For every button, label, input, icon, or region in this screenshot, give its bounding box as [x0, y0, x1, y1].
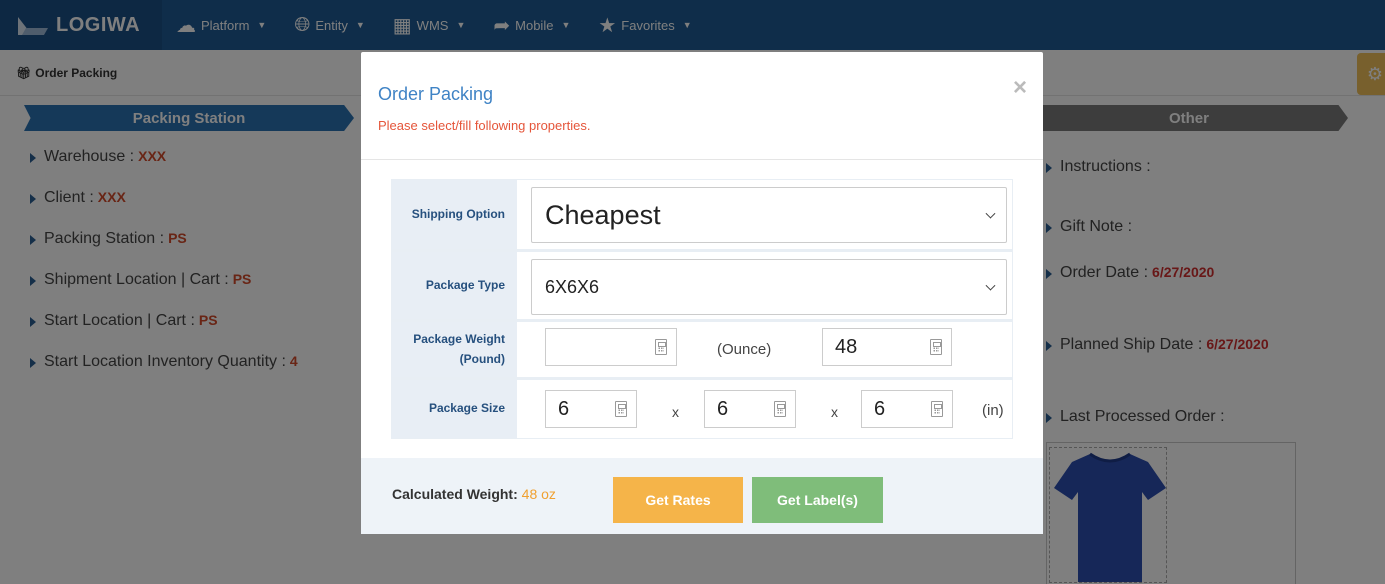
- chevron-down-icon: [985, 208, 996, 219]
- packing-form: Shipping Option Cheapest Package Type 6X…: [391, 179, 1013, 439]
- get-labels-button[interactable]: Get Label(s): [752, 477, 883, 523]
- package-type-label: Package Type: [392, 252, 517, 319]
- calculator-icon[interactable]: [774, 401, 786, 417]
- package-size-row: Package Size 6 x 6 x 6 (in): [392, 380, 1012, 438]
- calculated-weight-value: 48 oz: [521, 486, 556, 502]
- package-weight-row: Package Weight (Pound) (Ounce) 48: [392, 322, 1012, 380]
- ounce-label: (Ounce): [717, 341, 772, 358]
- package-size-label: Package Size: [392, 380, 517, 438]
- calculator-icon[interactable]: [615, 401, 627, 417]
- length-input[interactable]: 6: [545, 390, 637, 428]
- close-icon[interactable]: ×: [1013, 74, 1027, 102]
- order-packing-modal: Order Packing Please select/fill followi…: [361, 52, 1043, 534]
- shipping-option-select[interactable]: Cheapest: [531, 187, 1007, 243]
- package-type-select[interactable]: 6X6X6: [531, 259, 1007, 315]
- calculated-weight: Calculated Weight: 48 oz: [392, 486, 556, 502]
- get-rates-button[interactable]: Get Rates: [613, 477, 743, 523]
- package-type-row: Package Type 6X6X6: [392, 252, 1012, 322]
- calculator-icon[interactable]: [655, 339, 667, 355]
- modal-header: Order Packing Please select/fill followi…: [361, 52, 1043, 160]
- package-weight-label: Package Weight (Pound): [392, 322, 517, 377]
- size-separator: x: [831, 404, 838, 420]
- modal-subtitle: Please select/fill following properties.: [378, 118, 591, 133]
- ounce-input[interactable]: 48: [822, 328, 952, 366]
- chevron-down-icon: [985, 280, 996, 291]
- shipping-option-row: Shipping Option Cheapest: [392, 180, 1012, 252]
- modal-title: Order Packing: [378, 84, 494, 104]
- size-unit: (in): [982, 402, 1004, 419]
- pound-input[interactable]: [545, 328, 677, 366]
- height-input[interactable]: 6: [861, 390, 953, 428]
- calculator-icon[interactable]: [931, 401, 943, 417]
- modal-footer: Calculated Weight: 48 oz Get Rates Get L…: [361, 458, 1043, 534]
- size-separator: x: [672, 404, 679, 420]
- width-input[interactable]: 6: [704, 390, 796, 428]
- shipping-option-label: Shipping Option: [392, 180, 517, 249]
- calculator-icon[interactable]: [930, 339, 942, 355]
